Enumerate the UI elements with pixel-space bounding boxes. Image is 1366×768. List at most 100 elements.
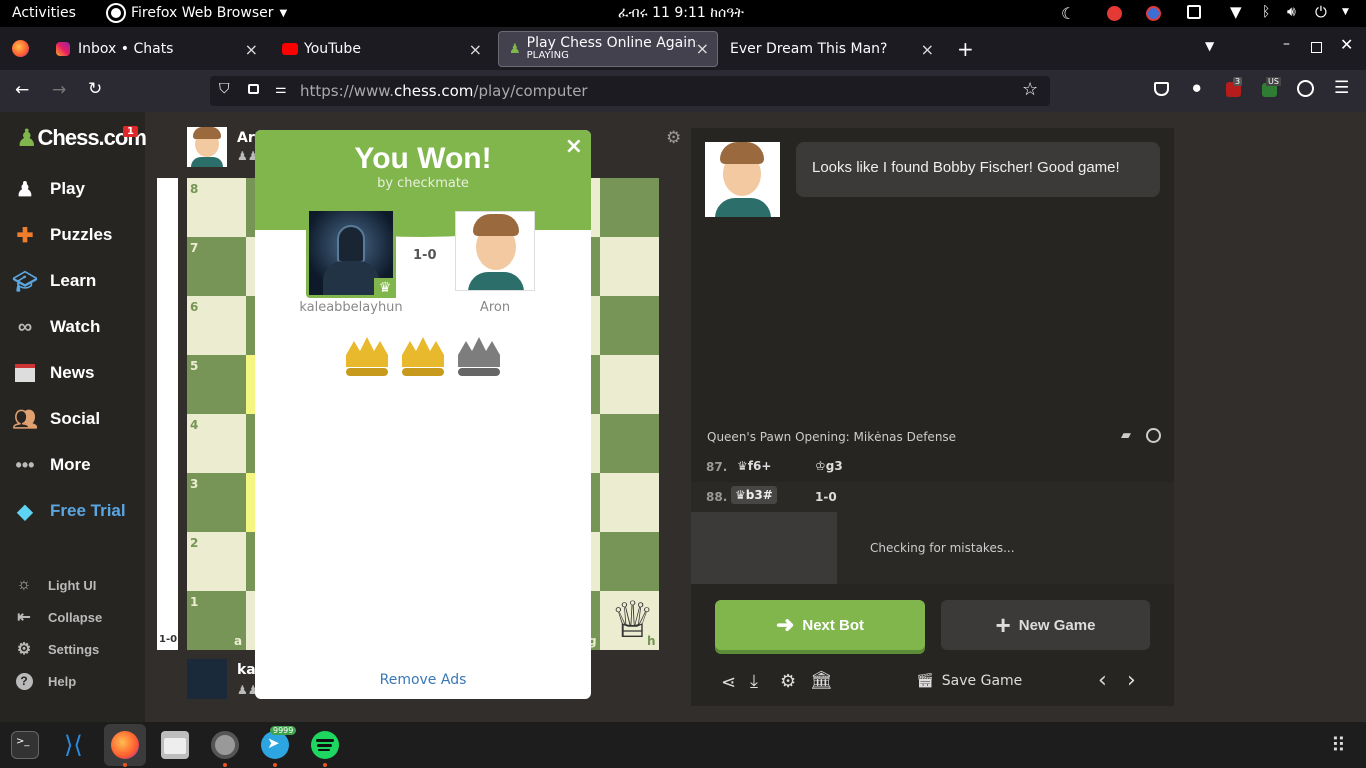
bot-avatar[interactable] [705, 142, 780, 217]
tab-chess-active[interactable]: ♟ Play Chess Online Against PLAYING × [498, 31, 718, 67]
help-circle-icon: ? [14, 672, 34, 690]
close-window-icon[interactable]: ✕ [1340, 35, 1353, 54]
files-icon[interactable] [161, 731, 189, 759]
white-queen-piece[interactable]: ♕ [603, 591, 662, 650]
rank-label: 1 [190, 595, 199, 609]
url-domain: chess.com [393, 82, 474, 100]
volume-icon[interactable]: 🔊︎ [1287, 4, 1296, 20]
pocket-icon[interactable] [1154, 82, 1169, 96]
black-move[interactable]: ♔g3 [811, 457, 847, 475]
light-ui-toggle[interactable]: ☼ Light UI [14, 574, 97, 596]
maximize-icon[interactable] [1311, 42, 1322, 53]
lock-icon[interactable] [248, 84, 259, 94]
settings-link[interactable]: ⚙ Settings [14, 638, 99, 660]
binoculars-icon: ∞ [17, 315, 33, 338]
board-square[interactable] [600, 355, 659, 414]
close-tab-icon[interactable]: × [469, 40, 482, 59]
url-bar[interactable]: ⛉ ⚌ https://www.chess.com/play/computer … [210, 76, 1050, 106]
prev-move-chevron-icon[interactable]: ‹ [1098, 668, 1107, 693]
bookmark-star-icon[interactable]: ☆ [1022, 79, 1038, 100]
bottom-player-avatar[interactable] [187, 659, 227, 699]
settings-app-icon[interactable] [211, 731, 239, 759]
os-taskbar: >_ ⟩⟨ ➤ 9999 ⠿ [0, 722, 1366, 768]
new-game-button[interactable]: + New Game [941, 600, 1150, 650]
download-icon[interactable]: ⤓ [750, 671, 758, 692]
status-tray-icon[interactable] [1146, 6, 1161, 21]
clock[interactable]: ፈብሩ 11 9:11 ከሰዓት [618, 5, 744, 21]
top-player-avatar[interactable] [187, 127, 227, 167]
system-menu-chevron-icon[interactable]: ▼ [1342, 7, 1349, 17]
vscode-icon[interactable]: ⟩⟨ [61, 731, 89, 759]
new-tab-plus-icon[interactable]: + [957, 37, 974, 61]
power-icon[interactable]: ⏻ [1315, 3, 1327, 21]
winner-avatar[interactable]: ♛ [306, 208, 396, 298]
loser-avatar[interactable] [455, 211, 535, 291]
night-light-icon[interactable]: ☾ [1061, 4, 1075, 23]
share-icon[interactable]: ⋖ [721, 672, 736, 693]
board-square[interactable] [600, 532, 659, 591]
instagram-icon [56, 42, 70, 56]
notification-badge[interactable]: 1 [123, 126, 138, 137]
nav-label: Social [50, 409, 101, 428]
white-move[interactable]: ♛f6+ [733, 457, 775, 475]
close-tab-icon[interactable]: × [696, 39, 709, 58]
permissions-icon[interactable]: ⚌ [275, 82, 287, 97]
opening-name[interactable]: Queen's Pawn Opening: Mikėnas Defense [707, 430, 956, 444]
sidebar-item-free-trial[interactable]: ◆ Free Trial [12, 496, 125, 526]
reload-icon[interactable]: ↻ [88, 79, 102, 99]
close-tab-icon[interactable]: × [245, 40, 258, 59]
activities-button[interactable]: Activities [12, 5, 76, 21]
white-move-selected[interactable]: ♛b3# [731, 486, 777, 504]
list-tabs-chevron-icon[interactable]: ▼ [1205, 39, 1214, 53]
board-square[interactable] [600, 178, 659, 237]
tab-youtube[interactable]: YouTube × [272, 32, 494, 66]
show-apps-grid-icon[interactable]: ⠿ [1331, 733, 1346, 757]
board-square[interactable] [600, 237, 659, 296]
telegram-icon[interactable]: ➤ [261, 731, 289, 759]
back-arrow-icon[interactable]: ← [15, 80, 29, 100]
bluetooth-icon[interactable]: ᛒ [1262, 4, 1270, 20]
bottom-player-name[interactable]: ka [237, 662, 256, 678]
palette-extension-icon[interactable] [1297, 80, 1314, 97]
collapse-button[interactable]: ⇤ Collapse [14, 606, 102, 628]
app-menu[interactable]: Firefox Web Browser ▼ [131, 5, 287, 21]
book-icon[interactable]: ▰ [1121, 428, 1131, 443]
sidebar-item-play[interactable]: ♟ Play [12, 174, 85, 204]
tab-instagram[interactable]: Inbox • Chats × [46, 32, 268, 66]
minimize-icon[interactable]: – [1283, 36, 1290, 52]
forward-arrow-icon[interactable]: → [52, 80, 66, 100]
compass-icon[interactable] [1146, 428, 1161, 443]
board-square[interactable] [600, 296, 659, 355]
remove-ads-link[interactable]: Remove Ads [255, 672, 591, 688]
menu-hamburger-icon[interactable]: ☰ [1334, 78, 1349, 98]
next-move-chevron-icon[interactable]: › [1127, 668, 1136, 693]
top-player-name[interactable]: Ar [237, 130, 255, 146]
board-square[interactable] [600, 414, 659, 473]
library-icon[interactable]: 🏛︎ [810, 670, 833, 691]
sidebar-item-learn[interactable]: 🎓︎ Learn [12, 266, 96, 296]
board-square[interactable] [600, 473, 659, 532]
next-bot-button[interactable]: ➜ Next Bot [715, 600, 925, 650]
browser-tab-bar: Inbox • Chats × YouTube × ♟ Play Chess O… [0, 27, 1366, 70]
button-label: Next Bot [802, 616, 865, 634]
sidebar-item-puzzles[interactable]: ✚ Puzzles [12, 220, 113, 250]
help-link[interactable]: ? Help [14, 670, 76, 692]
tab-dream[interactable]: Ever Dream This Man? × [722, 32, 944, 66]
sidebar-item-news[interactable]: News [12, 358, 94, 388]
dark-reader-extension-icon[interactable]: ⚫ [1190, 79, 1203, 98]
wifi-icon[interactable]: ▼ [1230, 3, 1242, 21]
sidebar-item-more[interactable]: ••• More [12, 450, 91, 480]
board-settings-gear-icon[interactable]: ⚙ [666, 128, 681, 148]
close-tab-icon[interactable]: × [921, 40, 934, 59]
sidebar-item-social[interactable]: 👥︎ Social [12, 404, 100, 434]
settings-gear-icon[interactable]: ⚙ [780, 671, 796, 692]
shield-icon[interactable]: ⛉ [219, 81, 230, 97]
do-not-disturb-icon[interactable] [1107, 6, 1122, 21]
firefox-icon[interactable] [111, 731, 139, 759]
sidebar-item-watch[interactable]: ∞ Watch [12, 312, 101, 342]
firefox-view-icon[interactable] [12, 40, 29, 57]
screen-share-icon[interactable] [1187, 5, 1201, 19]
save-game-button[interactable]: 🎬︎ Save Game [916, 673, 1022, 689]
terminal-icon[interactable]: >_ [11, 731, 39, 759]
spotify-icon[interactable] [311, 731, 339, 759]
